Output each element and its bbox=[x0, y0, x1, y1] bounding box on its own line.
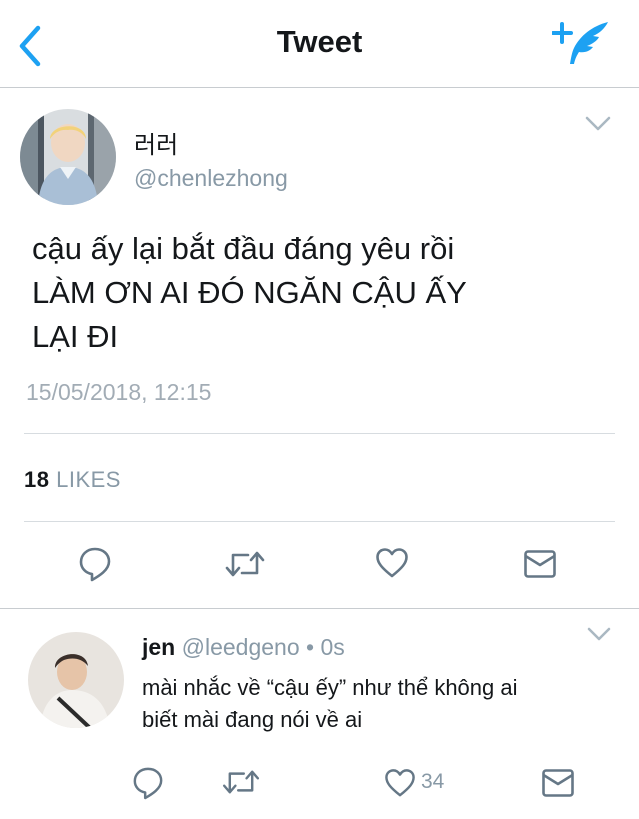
retweet-icon bbox=[225, 551, 265, 577]
tweet-text-line: LÀM ƠN AI ĐÓ NGĂN CẬU ẤY bbox=[32, 275, 467, 310]
page-title: Tweet bbox=[276, 24, 363, 59]
reply-text-line: biết mài đang nói về ai bbox=[142, 707, 363, 732]
compose-tweet-icon bbox=[551, 22, 608, 64]
reply-time: 0s bbox=[320, 634, 345, 660]
retweet-button[interactable] bbox=[221, 768, 261, 796]
envelope-icon bbox=[542, 769, 574, 797]
reply-text-line: mài nhắc về “cậu ếy” như thể không ai bbox=[142, 675, 518, 700]
top-bar: Tweet bbox=[0, 0, 639, 88]
chevron-down-icon bbox=[585, 116, 611, 131]
more-options-button[interactable] bbox=[586, 626, 612, 642]
like-button[interactable] bbox=[384, 768, 416, 798]
heart-icon bbox=[376, 548, 408, 578]
chevron-down-icon bbox=[587, 627, 611, 641]
display-name[interactable]: 러러 bbox=[134, 125, 178, 160]
divider bbox=[24, 521, 615, 522]
likes-count: 18 bbox=[24, 467, 50, 492]
profile-photo bbox=[20, 109, 116, 205]
display-name[interactable]: jen bbox=[142, 634, 175, 660]
user-handle[interactable]: @leedgeno bbox=[182, 634, 300, 660]
tweet-timestamp: 15/05/2018, 12:15 bbox=[26, 379, 212, 405]
divider bbox=[24, 433, 615, 434]
like-count: 34 bbox=[421, 770, 445, 793]
direct-message-button[interactable] bbox=[523, 549, 557, 579]
profile-photo bbox=[28, 632, 124, 728]
heart-icon bbox=[385, 769, 415, 797]
main-tweet: 러러 @chenlezhong cậu ấy lại bắt đầu đáng … bbox=[0, 89, 639, 609]
compose-tweet-button[interactable] bbox=[551, 20, 612, 68]
likes-summary[interactable]: 18 LIKES bbox=[24, 467, 121, 493]
more-options-button[interactable] bbox=[584, 115, 612, 133]
reply-text: mài nhắc về “cậu ếy” như thể không ai bi… bbox=[142, 672, 602, 736]
avatar[interactable] bbox=[28, 632, 124, 728]
retweet-button[interactable] bbox=[224, 549, 266, 579]
reply-button[interactable] bbox=[78, 546, 112, 582]
likes-label: LIKES bbox=[56, 467, 121, 492]
tweet-text-line: LẠI ĐI bbox=[32, 319, 119, 354]
reply-header: jen @leedgeno • 0s bbox=[142, 634, 345, 661]
user-handle[interactable]: @chenlezhong bbox=[134, 165, 288, 192]
reply-icon bbox=[79, 547, 111, 582]
reply-button[interactable] bbox=[132, 766, 164, 800]
reply-tweet[interactable]: jen @leedgeno • 0s mài nhắc về “cậu ếy” … bbox=[0, 610, 639, 819]
tweet-text: cậu ấy lại bắt đầu đáng yêu rồi LÀM ƠN A… bbox=[32, 227, 612, 359]
retweet-icon bbox=[222, 770, 260, 794]
direct-message-button[interactable] bbox=[541, 768, 575, 798]
envelope-icon bbox=[524, 550, 556, 578]
tweet-text-line: cậu ấy lại bắt đầu đáng yêu rồi bbox=[32, 231, 455, 266]
reply-icon bbox=[133, 767, 163, 800]
like-button[interactable] bbox=[375, 547, 409, 579]
avatar[interactable] bbox=[20, 109, 116, 205]
separator-dot: • bbox=[306, 634, 315, 660]
